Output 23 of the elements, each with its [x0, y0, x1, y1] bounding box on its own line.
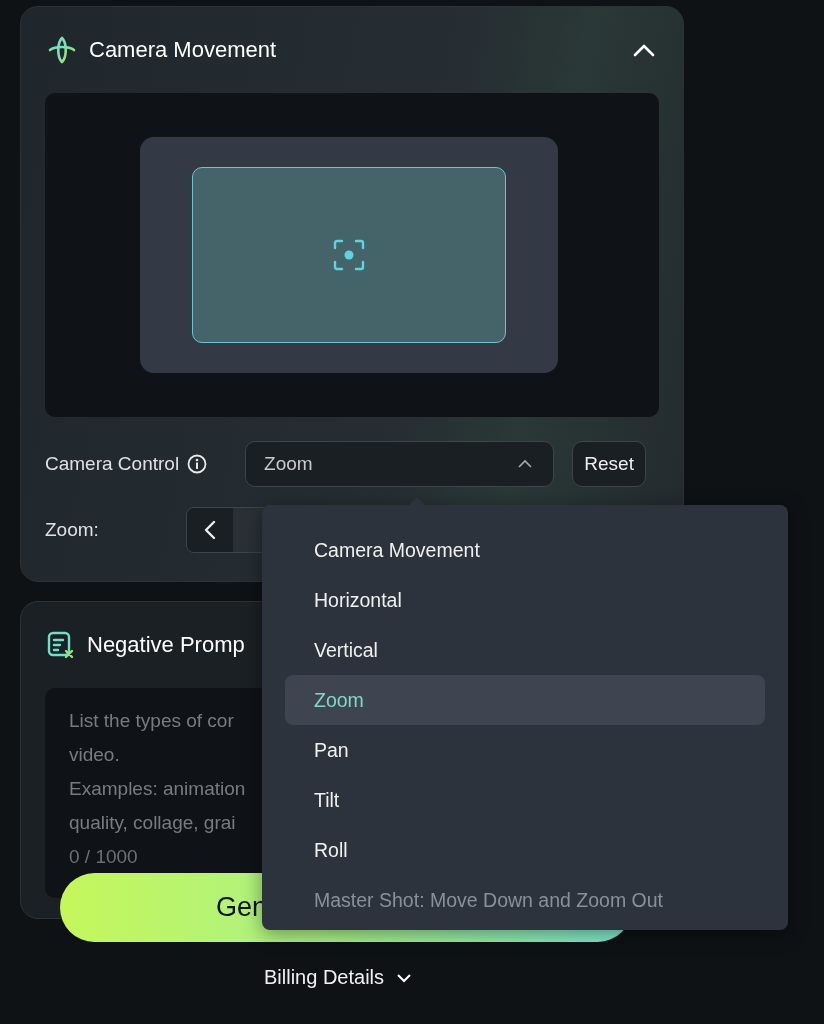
decrement-button[interactable] — [186, 508, 233, 552]
dropdown-option[interactable]: Camera Movement — [285, 525, 765, 575]
billing-details-link[interactable]: Billing Details — [264, 966, 413, 989]
zoom-label: Zoom: — [45, 519, 99, 541]
document-x-icon — [47, 631, 75, 659]
info-icon[interactable] — [187, 454, 208, 474]
orbit-icon — [47, 35, 77, 65]
dropdown-option[interactable]: Roll — [285, 825, 765, 875]
dropdown-option[interactable]: Vertical — [285, 625, 765, 675]
chevron-down-icon — [396, 972, 413, 983]
dropdown-option[interactable]: Zoom — [285, 675, 765, 725]
reset-button[interactable]: Reset — [572, 441, 647, 487]
focus-target-icon — [333, 239, 365, 271]
dropdown-option[interactable]: Pan — [285, 725, 765, 775]
chevron-left-icon — [203, 520, 216, 540]
panel-title: Camera Movement — [89, 37, 277, 63]
panel-title: Negative Promp — [87, 632, 245, 658]
camera-control-label: Camera Control — [45, 453, 180, 475]
dropdown-option[interactable]: Tilt — [285, 775, 765, 825]
collapse-chevron-icon[interactable] — [633, 43, 655, 57]
dropdown-option[interactable]: Horizontal — [285, 575, 765, 625]
camera-control-select[interactable]: Zoom — [245, 441, 555, 487]
caret-icon — [517, 459, 534, 469]
